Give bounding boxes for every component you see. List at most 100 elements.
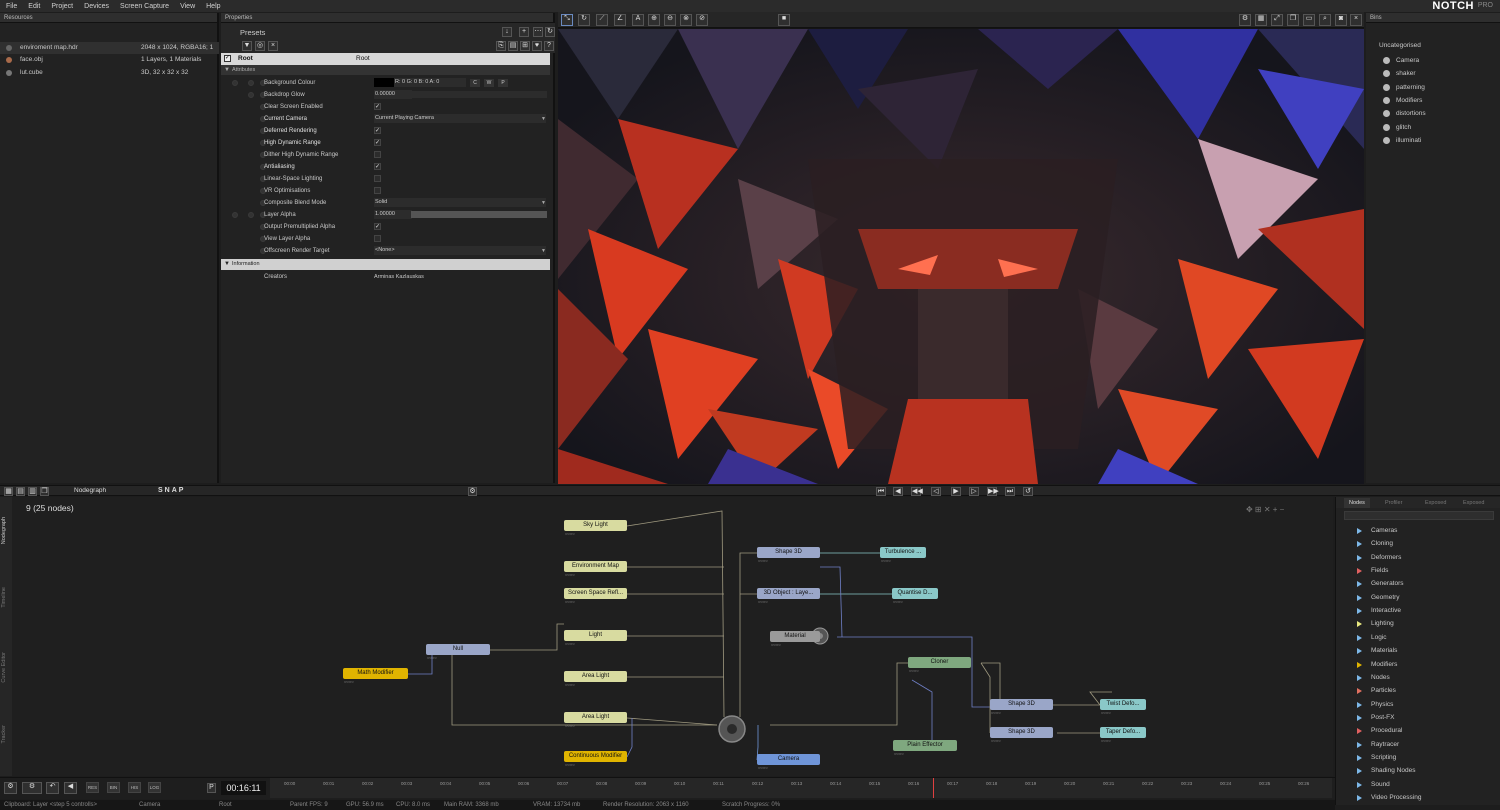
node-category[interactable]: Raytracer xyxy=(1357,738,1487,751)
node-material[interactable]: Material ○○○○ xyxy=(770,631,820,647)
tab-nodes[interactable]: Nodes xyxy=(1344,498,1370,508)
settings-icon[interactable]: ⚙ xyxy=(468,487,477,496)
node-area-light-2[interactable]: Area Light ○○○○ xyxy=(564,712,627,728)
node-category[interactable]: Video Processing xyxy=(1357,791,1487,804)
bin-item[interactable]: glitch xyxy=(1383,121,1493,134)
gizmo-icon[interactable]: ⊗ xyxy=(680,14,692,26)
loop-icon[interactable]: ↺ xyxy=(1023,487,1033,496)
frame-back-icon[interactable]: ◁ xyxy=(931,487,941,496)
ak-tool-icon[interactable]: A xyxy=(632,14,644,26)
node-ports-icon[interactable]: ○○○○ xyxy=(991,710,1001,715)
side-tab-curve-editor[interactable]: Curve Editor xyxy=(1,652,7,683)
menu-devices[interactable]: Devices xyxy=(84,3,109,10)
color-mode-button[interactable]: C xyxy=(470,79,480,87)
arrow-down-icon[interactable]: ↓ xyxy=(502,27,512,37)
node-taper-deform[interactable]: Taper Defo... ○○○○ xyxy=(1100,727,1146,743)
information-section[interactable]: ▼ Information xyxy=(221,259,550,270)
settings-icon[interactable]: ⚙ xyxy=(4,782,17,794)
bin-item[interactable]: patterning xyxy=(1383,81,1493,94)
menu-view[interactable]: View xyxy=(180,3,195,10)
property-checkbox[interactable]: ✓ xyxy=(374,139,381,146)
node-category[interactable]: Geometry xyxy=(1357,591,1487,604)
slider-track[interactable] xyxy=(411,91,547,98)
layer-icon[interactable]: ▤ xyxy=(16,487,25,496)
node-category[interactable]: Cameras xyxy=(1357,524,1487,537)
tab-exposed[interactable]: Exposed xyxy=(1420,498,1451,508)
color-mode-button[interactable]: P xyxy=(498,79,508,87)
chevron-down-icon[interactable]: ▼ xyxy=(541,113,546,125)
current-time[interactable]: 00:16:11 xyxy=(221,781,266,795)
node-ports-icon[interactable]: ○○○○ xyxy=(565,531,575,536)
node-ports-icon[interactable]: ○○○○ xyxy=(991,738,1001,743)
bin-item[interactable]: Modifiers xyxy=(1383,94,1493,107)
node-shape-3d-2[interactable]: Shape 3D ○○○○ xyxy=(990,699,1053,715)
node-ports-icon[interactable]: ○○○○ xyxy=(881,558,891,563)
bookmark-icon[interactable]: ❐ xyxy=(1287,14,1299,26)
node-category[interactable]: Sound xyxy=(1357,778,1487,791)
property-slider[interactable]: 0.00000 xyxy=(374,90,412,99)
copy-icon[interactable]: ❐ xyxy=(40,487,49,496)
menu-help[interactable]: Help xyxy=(206,3,220,10)
options-icon[interactable]: ⚙ xyxy=(22,782,42,794)
node-ports-icon[interactable]: ○○○○ xyxy=(565,723,575,728)
property-checkbox[interactable] xyxy=(374,235,381,242)
node-camera[interactable]: Camera ○○○○ xyxy=(757,754,820,770)
chevron-down-icon[interactable]: ▼ xyxy=(541,197,546,209)
property-checkbox[interactable] xyxy=(374,187,381,194)
keyframe-toggle-icon[interactable] xyxy=(248,92,254,98)
node-math-modifier[interactable]: Math Modifier ○○○○ xyxy=(343,668,408,684)
node-shape-3d-1[interactable]: Shape 3D ○○○○ xyxy=(757,547,820,563)
step-back-icon[interactable]: ◀ xyxy=(893,487,903,496)
node-ports-icon[interactable]: ○○○○ xyxy=(758,765,768,770)
keyframe-toggle-icon[interactable] xyxy=(248,212,254,218)
node-category[interactable]: Nodes xyxy=(1357,671,1487,684)
paste-icon[interactable]: ▤ xyxy=(508,41,518,51)
property-color-field[interactable]: R: 0 G: 0 B: 0 A: 0 xyxy=(394,78,466,87)
node-search-input[interactable] xyxy=(1344,511,1494,520)
rewind-icon[interactable]: ◀◀ xyxy=(911,487,923,496)
skip-start-icon[interactable]: ⏮ xyxy=(876,487,886,496)
resource-row[interactable]: face.obj 1 Layers, 1 Materials xyxy=(0,54,219,66)
root-checkbox[interactable]: ✓ xyxy=(224,55,231,62)
close-icon[interactable]: × xyxy=(1350,14,1362,26)
property-dropdown[interactable]: <None> xyxy=(374,246,546,255)
fullscreen-icon[interactable]: ⤢ xyxy=(1271,14,1283,26)
attributes-section[interactable]: ▼ Attributes xyxy=(221,65,550,75)
node-category[interactable]: Interactive xyxy=(1357,604,1487,617)
bins-group-label[interactable]: Uncategorised xyxy=(1379,42,1421,49)
menu-edit[interactable]: Edit xyxy=(28,3,40,10)
camera-icon[interactable]: ◙ xyxy=(1335,14,1347,26)
node-category[interactable]: Scripting xyxy=(1357,751,1487,764)
bin-item[interactable]: illuminati xyxy=(1383,134,1493,147)
stop-icon[interactable]: ■ xyxy=(778,14,790,26)
bin-item[interactable]: Camera xyxy=(1383,54,1493,67)
node-screen-space-refl[interactable]: Screen Space Refl... ○○○○ xyxy=(564,588,627,604)
playhead[interactable] xyxy=(933,778,934,798)
grid-icon[interactable]: ▦ xyxy=(4,487,13,496)
node-category[interactable]: Generators xyxy=(1357,577,1487,590)
color-swatch[interactable] xyxy=(374,78,394,87)
node-3d-object[interactable]: 3D Object : Laye... ○○○○ xyxy=(757,588,820,604)
node-shape-3d-3[interactable]: Shape 3D ○○○○ xyxy=(990,727,1053,743)
node-ports-icon[interactable]: ○○○○ xyxy=(344,679,354,684)
node-ports-icon[interactable]: ○○○○ xyxy=(758,558,768,563)
property-checkbox[interactable] xyxy=(374,175,381,182)
snap-toggle[interactable]: SNAP xyxy=(158,487,185,494)
node-null[interactable]: Null ○○○○ xyxy=(426,644,490,660)
node-ports-icon[interactable]: ○○○○ xyxy=(909,668,919,673)
resource-row[interactable]: enviroment map.hdr 2048 x 1024, RGBA16; … xyxy=(0,42,219,54)
node-light[interactable]: Light ○○○○ xyxy=(564,630,627,646)
link-icon[interactable]: ⊞ xyxy=(520,41,530,51)
skip-end-icon[interactable]: ⏭ xyxy=(1005,487,1015,496)
menu-project[interactable]: Project xyxy=(51,3,73,10)
filter-icon[interactable]: ▼ xyxy=(242,41,252,51)
keyframe-toggle-icon[interactable] xyxy=(232,212,238,218)
property-checkbox[interactable]: ✓ xyxy=(374,103,381,110)
gizmo-icon[interactable]: ⊕ xyxy=(648,14,660,26)
node-category[interactable]: Procedural xyxy=(1357,724,1487,737)
property-checkbox[interactable] xyxy=(374,151,381,158)
node-ports-icon[interactable]: ○○○○ xyxy=(565,572,575,577)
node-continuous-modifier[interactable]: Continuous Modifier ○○○○ xyxy=(564,751,627,767)
node-sky-light[interactable]: Sky Light ○○○○ xyxy=(564,520,627,536)
timeline-ruler[interactable]: 00:00 00:01 00:02 00:03 00:04 00:05 00:06 00:07… xyxy=(270,778,1332,798)
